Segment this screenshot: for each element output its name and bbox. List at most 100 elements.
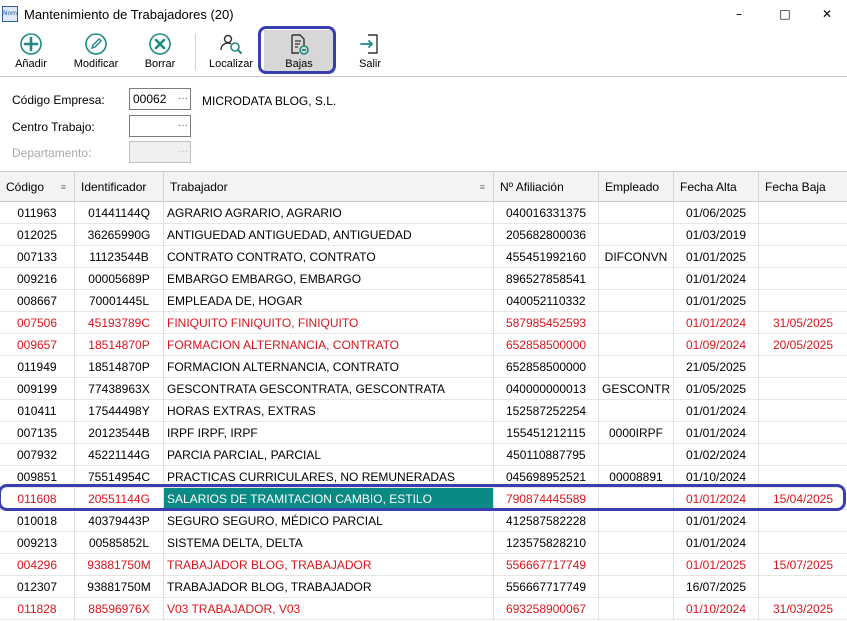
table-row[interactable]: 007506 45193789C FINIQUITO FINIQUITO, FINI… bbox=[0, 312, 847, 334]
cell-id: 01441144Q bbox=[75, 202, 164, 224]
x-circle-icon bbox=[149, 33, 171, 55]
table-row[interactable]: 007135 20123544B IRPF IRPF, IRPF 1554512121… bbox=[0, 422, 847, 444]
table-row[interactable]: 010018 40379443P SEGURO SEGURO, MÉDICO PAR… bbox=[0, 510, 847, 532]
table-row[interactable]: 007932 45221144G PARCIA PARCIAL, PARCIAL 45… bbox=[0, 444, 847, 466]
departamento-label: Departamento: bbox=[12, 146, 92, 160]
cell-code: 010411 bbox=[0, 400, 75, 422]
empresa-code-input[interactable]: 00062 ··· bbox=[129, 88, 191, 110]
col-header-empleado[interactable]: Empleado bbox=[599, 172, 674, 202]
table-row[interactable]: 008667 70001445L EMPLEADA DE, HOGAR 0400521… bbox=[0, 290, 847, 312]
table-row[interactable]: 004296 93881750M TRABAJADOR BLOG, TRABAJAD… bbox=[0, 554, 847, 576]
bajas-highlight-outline bbox=[258, 26, 336, 74]
cell-alta: 01/01/2024 bbox=[674, 268, 759, 290]
table-row[interactable]: 009216 00005689P EMBARGO EMBARGO, EMBARGO 8… bbox=[0, 268, 847, 290]
cell-code: 009657 bbox=[0, 334, 75, 356]
table-row[interactable]: 012307 93881750M TRABAJADOR BLOG, TRABAJAD… bbox=[0, 576, 847, 598]
cell-emp bbox=[599, 224, 674, 246]
empresa-lookup-icon[interactable]: ··· bbox=[178, 89, 188, 109]
cell-baja: 31/05/2025 bbox=[772, 316, 834, 330]
cell-alta: 01/01/2024 bbox=[674, 488, 759, 510]
col-header-fecha-baja[interactable]: Fecha Baja bbox=[759, 172, 847, 202]
delete-button[interactable]: Borrar bbox=[138, 30, 182, 74]
table-row[interactable]: 009851 75514954C PRACTICAS CURRICULARES, N… bbox=[0, 466, 847, 488]
sort-icon[interactable]: ≡ bbox=[61, 182, 66, 192]
cell-afil: 450110887795 bbox=[494, 444, 599, 466]
table-row[interactable]: 009199 77438963X GESCONTRATA GESCONTRATA, … bbox=[0, 378, 847, 400]
cell-baja bbox=[759, 356, 847, 378]
cell-id: 17544498Y bbox=[75, 400, 164, 422]
workers-grid[interactable]: Código ≡ Identificador Trabajador ≡ Nº A… bbox=[0, 172, 847, 621]
cell-code: 012025 bbox=[0, 224, 75, 246]
table-row[interactable]: 007133 11123544B CONTRATO CONTRATO, CONTRA… bbox=[0, 246, 847, 268]
centro-input[interactable]: ··· bbox=[129, 115, 191, 137]
cell-name: SALARIOS DE TRAMITACION CAMBIO, ESTILO bbox=[164, 488, 494, 510]
close-button[interactable]: ✕ bbox=[807, 0, 847, 28]
cell-code: 007133 bbox=[0, 246, 75, 268]
col-header-fecha-alta[interactable]: Fecha Alta bbox=[674, 172, 759, 202]
cell-name: SISTEMA DELTA, DELTA bbox=[164, 532, 494, 554]
table-row[interactable]: 009213 00585852L SISTEMA DELTA, DELTA 12357… bbox=[0, 532, 847, 554]
cell-emp: DIFCONVN bbox=[599, 246, 674, 268]
cell-emp bbox=[599, 202, 674, 224]
add-button[interactable]: Añadir bbox=[8, 30, 54, 74]
locate-label: Localizar bbox=[208, 58, 254, 70]
table-row[interactable]: 010411 17544498Y HORAS EXTRAS, EXTRAS 15258… bbox=[0, 400, 847, 422]
cell-id: 93881750M bbox=[75, 576, 164, 598]
table-row[interactable]: 009657 18514870P FORMACION ALTERNANCIA, CO… bbox=[0, 334, 847, 356]
exit-button[interactable]: Salir bbox=[348, 30, 392, 74]
col-header-codigo[interactable]: Código ≡ bbox=[0, 172, 75, 202]
table-row[interactable]: 011608 20551144G SALARIOS DE TRAMITACION C… bbox=[0, 488, 847, 510]
toolbar-separator bbox=[195, 34, 196, 70]
cell-alta: 01/10/2024 bbox=[674, 598, 759, 620]
cell-emp bbox=[599, 312, 674, 334]
cell-id: 45221144G bbox=[75, 444, 164, 466]
cell-name: AGRARIO AGRARIO, AGRARIO bbox=[164, 202, 494, 224]
cell-afil: 123575828210 bbox=[494, 532, 599, 554]
locate-button[interactable]: Localizar bbox=[204, 30, 258, 74]
cell-alta: 01/01/2025 bbox=[674, 290, 759, 312]
cell-baja bbox=[759, 224, 847, 246]
cell-alta: 01/09/2024 bbox=[674, 334, 759, 356]
table-row[interactable]: 011828 88596976X V03 TRABAJADOR, V03 693258… bbox=[0, 598, 847, 620]
cell-id: 40379443P bbox=[75, 510, 164, 532]
cell-id: 70001445L bbox=[75, 290, 164, 312]
cell-baja: 31/03/2025 bbox=[772, 602, 834, 616]
cell-code: 009216 bbox=[0, 268, 75, 290]
table-row[interactable]: 011963 01441144Q AGRARIO AGRARIO, AGRARIO 0… bbox=[0, 202, 847, 224]
cell-name: CONTRATO CONTRATO, CONTRATO bbox=[164, 246, 494, 268]
cell-baja bbox=[759, 532, 847, 554]
cell-emp bbox=[599, 532, 674, 554]
cell-code: 007135 bbox=[0, 422, 75, 444]
cell-id: 18514870P bbox=[75, 334, 164, 356]
cell-id: 18514870P bbox=[75, 356, 164, 378]
cell-alta: 01/03/2019 bbox=[674, 224, 759, 246]
col-header-identificador[interactable]: Identificador bbox=[75, 172, 164, 202]
cell-code: 010018 bbox=[0, 510, 75, 532]
cell-name: SEGURO SEGURO, MÉDICO PARCIAL bbox=[164, 510, 494, 532]
empresa-label: Código Empresa: bbox=[12, 93, 105, 107]
maximize-button[interactable]: □ bbox=[765, 0, 805, 28]
cell-id: 11123544B bbox=[75, 246, 164, 268]
cell-afil: 455451992160 bbox=[494, 246, 599, 268]
cell-alta: 16/07/2025 bbox=[674, 576, 759, 598]
cell-baja bbox=[759, 400, 847, 422]
centro-lookup-icon[interactable]: ··· bbox=[178, 116, 188, 136]
cell-afil: 556667717749 bbox=[494, 576, 599, 598]
title-bar: Nom Mantenimiento de Trabajadores (20) –… bbox=[0, 0, 847, 28]
plus-circle-icon bbox=[20, 33, 42, 55]
col-header-afiliacion[interactable]: Nº Afiliación bbox=[494, 172, 599, 202]
col-header-trabajador[interactable]: Trabajador ≡ bbox=[164, 172, 494, 202]
minimize-button[interactable]: – bbox=[719, 0, 759, 28]
cell-code: 011828 bbox=[0, 598, 75, 620]
sort-icon[interactable]: ≡ bbox=[480, 182, 485, 192]
departamento-input: ··· bbox=[129, 141, 191, 163]
add-label: Añadir bbox=[15, 58, 47, 70]
pencil-circle-icon bbox=[85, 33, 107, 55]
cell-baja bbox=[759, 510, 847, 532]
table-row[interactable]: 012025 36265990G ANTIGUEDAD ANTIGUEDAD, AN… bbox=[0, 224, 847, 246]
table-row[interactable]: 011949 18514870P FORMACION ALTERNANCIA, CO… bbox=[0, 356, 847, 378]
cell-afil: 556667717749 bbox=[494, 554, 599, 576]
cell-alta: 01/01/2024 bbox=[674, 400, 759, 422]
cell-emp bbox=[599, 510, 674, 532]
modify-button[interactable]: Modificar bbox=[68, 30, 124, 74]
